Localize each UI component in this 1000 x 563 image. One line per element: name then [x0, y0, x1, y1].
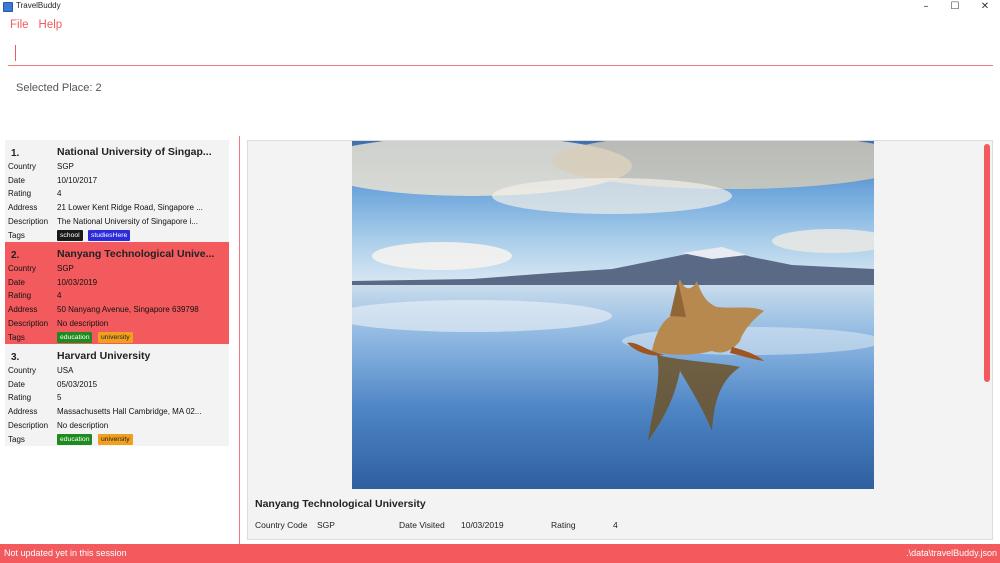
rating-value: 5 — [57, 393, 62, 402]
address-label: Address — [8, 203, 38, 212]
tag-badge: university — [98, 434, 133, 445]
result-display: Selected Place: 2 — [16, 82, 102, 94]
text-caret — [15, 45, 16, 61]
command-input[interactable] — [8, 40, 993, 66]
rating-label: Rating — [8, 393, 32, 402]
date-visited-label: Date Visited — [399, 520, 445, 530]
place-index: 2. — [11, 250, 20, 261]
place-name: Nanyang Technological Unive... — [57, 248, 215, 260]
detail-scrollbar[interactable] — [984, 144, 990, 382]
rating-value: 4 — [57, 189, 62, 198]
place-name: National University of Singap... — [57, 146, 212, 158]
minimize-button[interactable]: – — [916, 0, 936, 14]
title-bar: TravelBuddy – ☐ ✕ — [0, 0, 1000, 14]
close-button[interactable]: ✕ — [975, 0, 995, 14]
status-bar: Not updated yet in this session .\data\t… — [0, 544, 1000, 563]
country-label: Country — [8, 264, 37, 273]
description-value: No description — [57, 421, 109, 430]
tag-badge: school — [57, 230, 83, 241]
tag-badge: studiesHere — [88, 230, 131, 241]
country-label: Country — [8, 162, 37, 171]
description-label: Description — [8, 319, 49, 328]
rating-label: Rating — [551, 520, 576, 530]
tags-label: Tags — [8, 231, 25, 240]
place-card[interactable]: 3. Harvard University Country USA Date 05/… — [5, 344, 229, 446]
country-value: SGP — [57, 264, 74, 273]
address-value: 50 Nanyang Avenue, Singapore 639798 — [57, 305, 199, 314]
place-index: 1. — [11, 148, 20, 159]
date-value: 05/03/2015 — [57, 380, 98, 389]
address-label: Address — [8, 305, 38, 314]
save-location: .\data\travelBuddy.json — [906, 548, 997, 558]
menu-help[interactable]: Help — [39, 19, 63, 35]
address-label: Address — [8, 407, 38, 416]
rating-label: Rating — [8, 189, 32, 198]
rating-value: 4 — [613, 520, 618, 530]
place-detail-panel: Nanyang Technological University Country… — [247, 140, 993, 540]
detail-place-name: Nanyang Technological University — [255, 498, 426, 510]
place-card-selected[interactable]: 2. Nanyang Technological Unive... Countr… — [5, 242, 229, 344]
tags-label: Tags — [8, 333, 25, 342]
date-value: 10/10/2017 — [57, 176, 98, 185]
app-icon — [3, 2, 13, 12]
description-label: Description — [8, 217, 49, 226]
date-visited-value: 10/03/2019 — [461, 520, 504, 530]
date-label: Date — [8, 380, 25, 389]
country-label: Country — [8, 366, 37, 375]
description-value: The National University of Singapore i..… — [57, 217, 198, 226]
country-code-value: SGP — [317, 520, 335, 530]
country-value: USA — [57, 366, 74, 375]
menu-bar: File Help — [10, 19, 62, 35]
date-label: Date — [8, 278, 25, 287]
date-label: Date — [8, 176, 25, 185]
tags-label: Tags — [8, 435, 25, 444]
country-value: SGP — [57, 162, 74, 171]
sync-status: Not updated yet in this session — [4, 548, 127, 558]
address-value: Massachusetts Hall Cambridge, MA 02... — [57, 407, 202, 416]
tag-badge: education — [57, 434, 93, 445]
menu-file[interactable]: File — [10, 19, 29, 35]
place-list-panel[interactable]: 1. National University of Singap... Coun… — [0, 136, 240, 544]
country-code-label: Country Code — [255, 520, 308, 530]
place-index: 3. — [11, 352, 20, 363]
place-name: Harvard University — [57, 350, 151, 362]
app-window: TravelBuddy – ☐ ✕ File Help Selected Pla… — [0, 0, 1000, 563]
rating-label: Rating — [8, 291, 32, 300]
date-value: 10/03/2019 — [57, 278, 98, 287]
tag-badge: university — [98, 332, 133, 343]
place-photo — [352, 141, 874, 489]
description-value: No description — [57, 319, 109, 328]
window-title: TravelBuddy — [16, 1, 61, 10]
landscape-photo-image — [352, 141, 874, 489]
rating-value: 4 — [57, 291, 62, 300]
address-value: 21 Lower Kent Ridge Road, Singapore ... — [57, 203, 203, 212]
place-card[interactable]: 1. National University of Singap... Coun… — [5, 140, 229, 242]
maximize-button[interactable]: ☐ — [945, 0, 965, 14]
tag-badge: education — [57, 332, 93, 343]
description-label: Description — [8, 421, 49, 430]
